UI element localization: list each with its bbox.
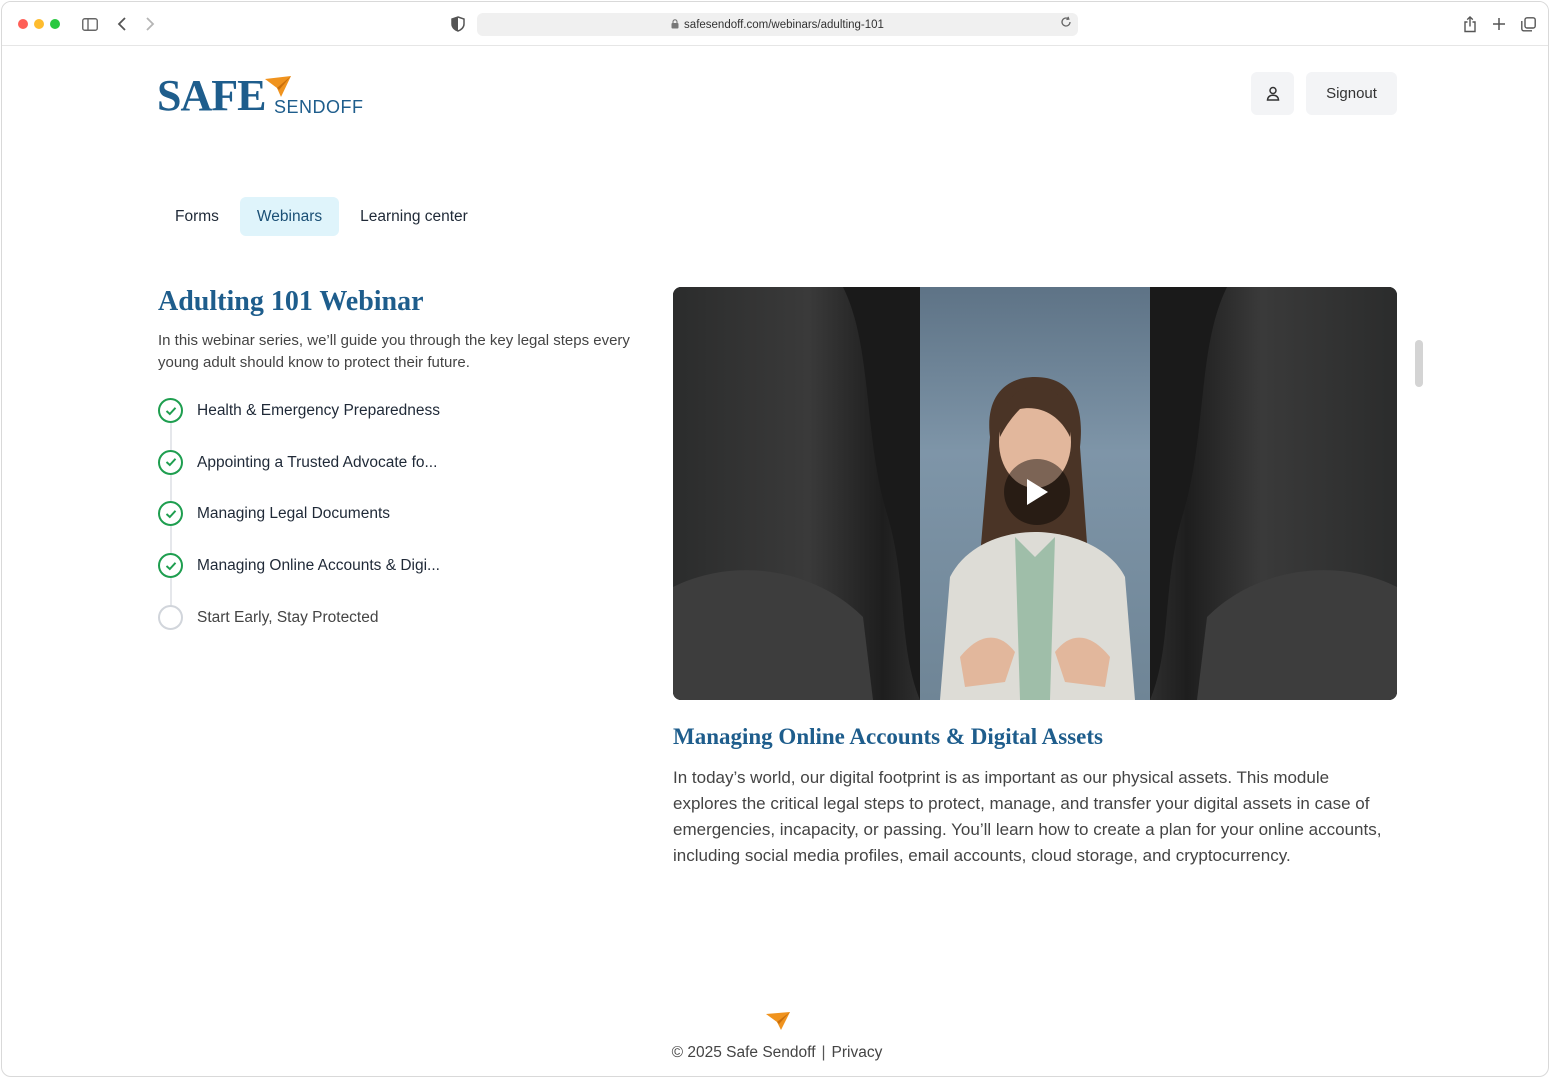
module-item-current[interactable]: Managing Online Accounts & Digi... — [158, 553, 618, 605]
shield-icon[interactable] — [448, 14, 468, 34]
safe-sendoff-logo[interactable]: SAFE SENDOFF — [157, 71, 363, 120]
close-window-button[interactable] — [18, 19, 28, 29]
tab-forms[interactable]: Forms — [158, 197, 236, 236]
tab-webinars[interactable]: Webinars — [239, 197, 340, 236]
page-title: Adulting 101 Webinar — [158, 286, 424, 317]
module-label: Start Early, Stay Protected — [197, 608, 379, 626]
address-bar[interactable]: safesendoff.com/webinars/adulting-101 — [477, 13, 1078, 36]
user-profile-button[interactable] — [1251, 72, 1294, 115]
main-nav: Forms Webinars Learning center — [158, 197, 485, 236]
video-blur-left — [673, 287, 920, 700]
module-item[interactable]: Appointing a Trusted Advocate fo... — [158, 449, 618, 502]
footer-separator: | — [821, 1044, 826, 1061]
logo-text-primary: SAFE — [157, 71, 266, 120]
privacy-link[interactable]: Privacy — [832, 1044, 883, 1061]
lock-icon — [671, 18, 679, 31]
paper-plane-icon — [766, 1012, 790, 1030]
logo-text-secondary: SENDOFF — [274, 97, 364, 117]
check-circle-icon — [158, 501, 183, 527]
empty-circle-icon — [158, 604, 183, 630]
video-blur-right — [1150, 287, 1397, 700]
module-item[interactable]: Health & Emergency Preparedness — [158, 398, 618, 450]
check-circle-icon — [158, 553, 183, 579]
play-button[interactable] — [1004, 459, 1070, 525]
module-label: Managing Online Accounts & Digi... — [197, 557, 440, 575]
module-item[interactable]: Start Early, Stay Protected — [158, 604, 618, 657]
current-module-description: In today’s world, our digital footprint … — [673, 768, 1382, 865]
minimize-window-button[interactable] — [34, 19, 44, 29]
browser-toolbar: safesendoff.com/webinars/adulting-101 — [2, 2, 1548, 46]
current-module-title: Managing Online Accounts & Digital Asset… — [673, 724, 1104, 749]
maximize-window-button[interactable] — [50, 19, 60, 29]
tab-learning-center[interactable]: Learning center — [343, 197, 485, 236]
module-label: Appointing a Trusted Advocate fo... — [197, 453, 438, 471]
share-icon[interactable] — [1460, 14, 1480, 34]
play-icon — [1027, 479, 1048, 505]
forward-icon[interactable] — [140, 14, 160, 34]
check-circle-icon — [158, 398, 183, 423]
sidebar-icon[interactable] — [80, 14, 100, 34]
module-item[interactable]: Managing Legal Documents — [158, 501, 618, 553]
paper-plane-icon — [265, 76, 291, 97]
tabs-icon[interactable] — [1518, 14, 1538, 34]
signout-button[interactable]: Signout — [1306, 72, 1397, 115]
module-label: Health & Emergency Preparedness — [197, 402, 440, 419]
plus-icon[interactable] — [1489, 14, 1509, 34]
back-icon[interactable] — [112, 14, 132, 34]
url-text: safesendoff.com/webinars/adulting-101 — [684, 18, 884, 31]
scrollbar-thumb[interactable] — [1415, 340, 1423, 387]
footer: © 2025 Safe Sendoff | Privacy — [2, 1044, 1548, 1062]
copyright-text: © 2025 Safe Sendoff — [671, 1044, 816, 1061]
check-circle-icon — [158, 449, 183, 475]
user-icon — [1266, 86, 1279, 101]
browser-window: safesendoff.com/webinars/adulting-101 SA… — [1, 1, 1549, 1077]
webinar-intro: In this webinar series, we’ll guide you … — [158, 332, 630, 371]
reload-icon[interactable] — [1060, 16, 1072, 31]
module-label: Managing Legal Documents — [197, 505, 391, 523]
module-list: Health & Emergency Preparedness Appointi… — [158, 398, 618, 656]
video-player[interactable] — [673, 287, 1397, 700]
